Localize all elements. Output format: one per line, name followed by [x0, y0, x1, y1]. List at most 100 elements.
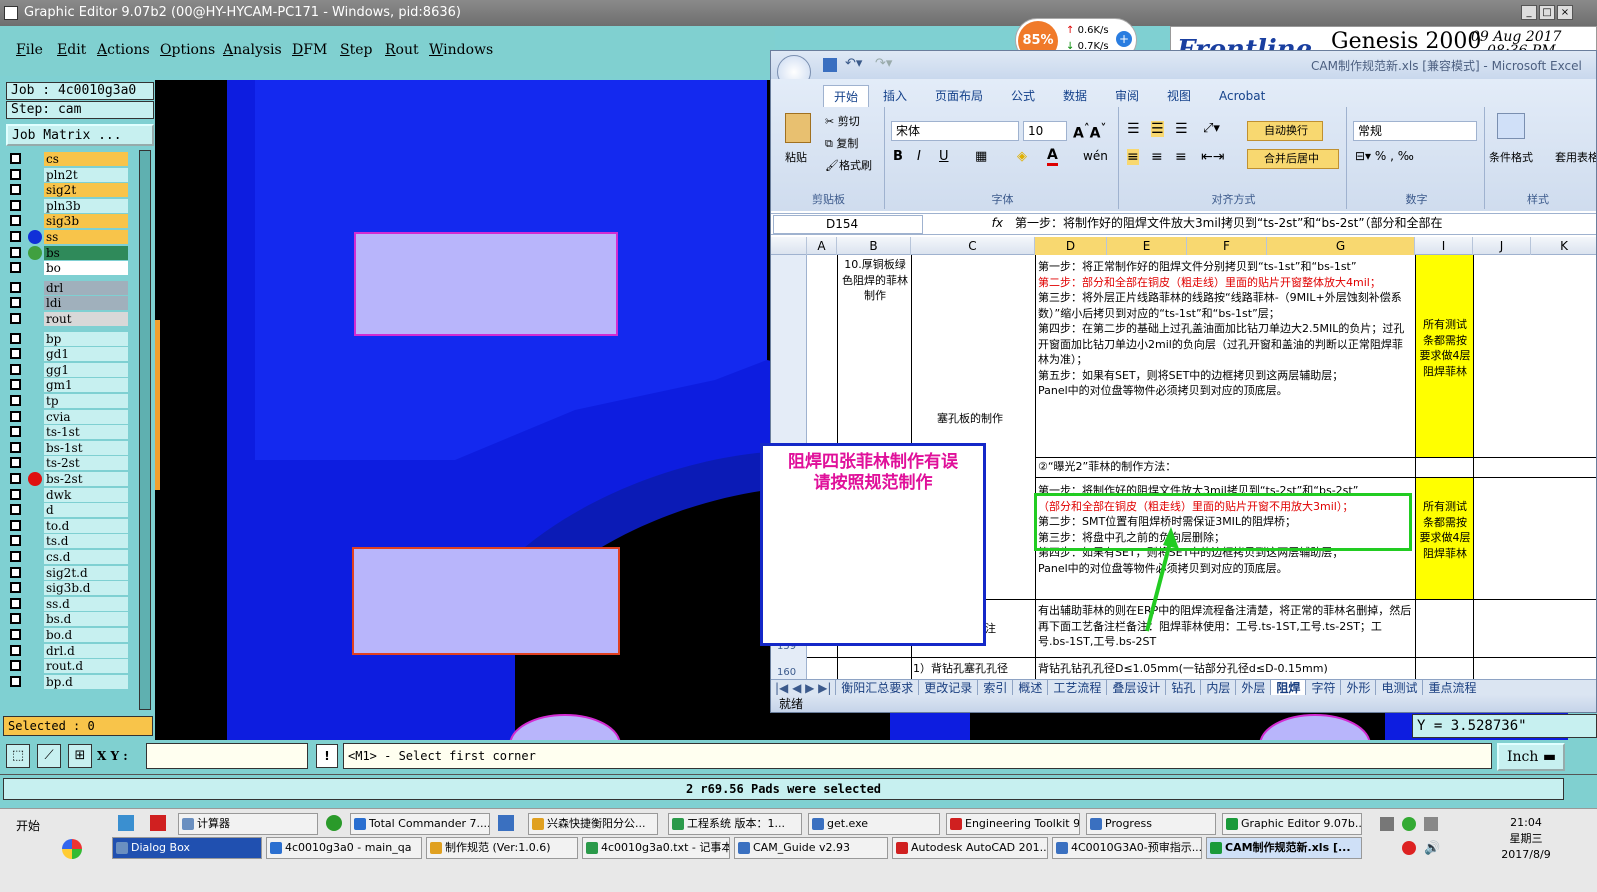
layer-name[interactable]: ss.d [44, 596, 128, 611]
tab-data[interactable]: 数据 [1063, 85, 1087, 107]
taskbar-button[interactable]: 4C0010G3A0-预审指示... [1052, 837, 1202, 859]
menu-step[interactable]: Step [340, 42, 372, 58]
italic-button[interactable]: I [917, 149, 921, 164]
paste-icon[interactable] [785, 113, 811, 143]
zoom-box-icon[interactable]: ⬚ [6, 744, 30, 768]
layer-row[interactable]: gg1 [8, 362, 128, 377]
layer-row[interactable]: to.d [8, 518, 128, 533]
column-header[interactable]: G [1267, 237, 1415, 255]
tab-view[interactable]: 视图 [1167, 85, 1191, 107]
column-header[interactable]: I [1415, 237, 1473, 255]
currency-icon[interactable]: ⊟▾ % , ‰ [1355, 149, 1414, 163]
cell-exposure2[interactable]: ②“曝光2”菲林的制作方法： [1038, 459, 1412, 475]
sheet-tab[interactable]: 衡阳汇总要求 [835, 680, 918, 695]
format-painter-button[interactable]: 🖌格式刷 [825, 157, 872, 173]
layer-checkbox[interactable] [10, 660, 21, 672]
layer-row[interactable]: bs [8, 245, 128, 260]
layer-name[interactable]: sig3b.d [44, 581, 128, 596]
sheet-tab[interactable]: 概述 [1012, 680, 1047, 695]
menu-windows[interactable]: Windows [429, 42, 493, 58]
cell-i-note[interactable]: 所有测试条都需按要求做4层阻焊菲林 [1418, 317, 1472, 379]
cell-c-note[interactable]: 注 [985, 621, 1025, 637]
cell-back-drill[interactable]: 背钻孔钻孔孔径D≤1.05mm(一钻部分孔径d≤D-0.15mm) [1038, 661, 1412, 677]
wrap-text-button[interactable]: 自动换行 [1247, 121, 1323, 141]
conditional-format-icon[interactable] [1497, 113, 1525, 139]
layer-name[interactable]: bp [44, 331, 128, 346]
layer-checkbox[interactable] [10, 566, 21, 578]
grid-icon[interactable]: ⊞ [68, 744, 92, 768]
layer-name[interactable]: bp.d [44, 674, 128, 689]
column-header[interactable]: E [1107, 237, 1187, 255]
layer-checkbox[interactable] [10, 348, 21, 360]
layer-row[interactable]: rout.d [8, 659, 128, 674]
merge-center-button[interactable]: 合并后居中 [1247, 149, 1339, 169]
layer-name[interactable]: ts.d [44, 534, 128, 549]
layer-row[interactable]: sig3b [8, 214, 128, 229]
units-button[interactable]: Inch ▬ [1497, 743, 1565, 771]
layer-checkbox[interactable] [10, 441, 21, 453]
layer-checkbox[interactable] [10, 504, 21, 516]
cell-i-note[interactable]: 所有测试条都需按要求做4层阻焊菲林 [1418, 499, 1472, 561]
layer-checkbox[interactable] [10, 199, 21, 211]
layer-row[interactable]: bp.d [8, 674, 128, 689]
cell-back-drill-label[interactable]: 1）背钻孔塞孔孔径 [913, 661, 1033, 677]
column-header[interactable]: J [1473, 237, 1531, 255]
layer-checkbox[interactable] [10, 231, 21, 242]
table-format-button[interactable]: 套用表格格式 [1555, 149, 1596, 165]
taskbar-button[interactable]: Total Commander 7.... [350, 813, 490, 835]
layer-name[interactable]: sig2t.d [44, 565, 128, 580]
layer-row[interactable]: d [8, 503, 128, 518]
layer-row[interactable]: sig2t.d [8, 565, 128, 580]
name-box[interactable]: D154 [773, 215, 923, 234]
layer-name[interactable]: ldi [44, 296, 128, 311]
layer-name[interactable]: rout [44, 312, 128, 326]
border-icon[interactable]: ▦ [975, 149, 987, 164]
sheet-tab[interactable]: 工艺流程 [1047, 680, 1106, 695]
network-icon[interactable] [1424, 817, 1438, 831]
taskbar-button[interactable]: Dialog Box [112, 837, 262, 859]
security-icon[interactable] [1402, 817, 1416, 831]
layer-name[interactable]: pln2t [44, 167, 128, 182]
orientation-icon[interactable]: ⤢▾ [1203, 121, 1220, 136]
tab-home[interactable]: 开始 [823, 85, 869, 107]
sheet-tab[interactable]: 更改记录 [918, 680, 977, 695]
layer-checkbox[interactable] [10, 597, 21, 609]
sheet-tab[interactable]: 外层 [1235, 680, 1270, 695]
layer-name[interactable]: gd1 [44, 347, 128, 362]
cell-d-steps[interactable]: 第一步：将正常制作好的阻焊文件分别拷贝到“ts-1st”和“bs-1st” 第二… [1038, 259, 1412, 399]
sheet-tab[interactable]: 电测试 [1375, 680, 1422, 695]
layer-name[interactable]: pln3b [44, 198, 128, 213]
menu-rout[interactable]: Rout [385, 42, 419, 58]
menu-analysis[interactable]: Analysis [223, 42, 282, 58]
alert-icon[interactable]: ! [316, 744, 338, 768]
layer-checkbox[interactable] [10, 488, 21, 500]
layer-row[interactable]: ts-1st [8, 425, 128, 440]
layer-checkbox[interactable] [10, 613, 21, 625]
taskbar-button[interactable]: 4c0010g3a0 - main_qa [266, 837, 422, 859]
plus-icon[interactable]: + [1116, 31, 1132, 47]
layer-row[interactable]: bp [8, 331, 128, 346]
cell-erp-note[interactable]: 有出辅助菲林的则在ERP中的阻焊流程备注清楚，将正常的菲林名删掉，然后再下面工艺… [1038, 603, 1412, 650]
layer-row[interactable]: dwk [8, 487, 128, 502]
layer-scrollbar[interactable] [139, 150, 151, 710]
layer-checkbox[interactable] [10, 395, 21, 406]
sheet-tab[interactable]: 钻孔 [1165, 680, 1200, 695]
layer-checkbox[interactable] [10, 332, 21, 344]
column-header[interactable]: D [1035, 237, 1107, 255]
layer-name[interactable]: ss [44, 230, 128, 244]
layer-row[interactable]: ss [8, 230, 128, 244]
layer-checkbox[interactable] [10, 535, 21, 547]
taskbar-button[interactable]: Autodesk AutoCAD 201... [892, 837, 1048, 859]
copy-button[interactable]: ⧉ 复制 [825, 135, 858, 151]
layer-name[interactable]: gm1 [44, 378, 128, 393]
taskbar-button[interactable]: Graphic Editor 9.07b... [1222, 813, 1362, 835]
layer-row[interactable]: tp [8, 394, 128, 408]
layer-row[interactable]: bo [8, 261, 128, 276]
measure-icon[interactable]: ⟋ [37, 744, 61, 768]
column-header[interactable]: B [837, 237, 911, 255]
layer-row[interactable]: ts.d [8, 534, 128, 549]
layer-row[interactable]: gd1 [8, 347, 128, 362]
grow-font-icon[interactable]: A˄A˅ [1073, 121, 1106, 142]
layer-checkbox[interactable] [10, 675, 21, 687]
taskbar-button[interactable]: 制作规范 (Ver:1.0.6) [426, 837, 578, 859]
